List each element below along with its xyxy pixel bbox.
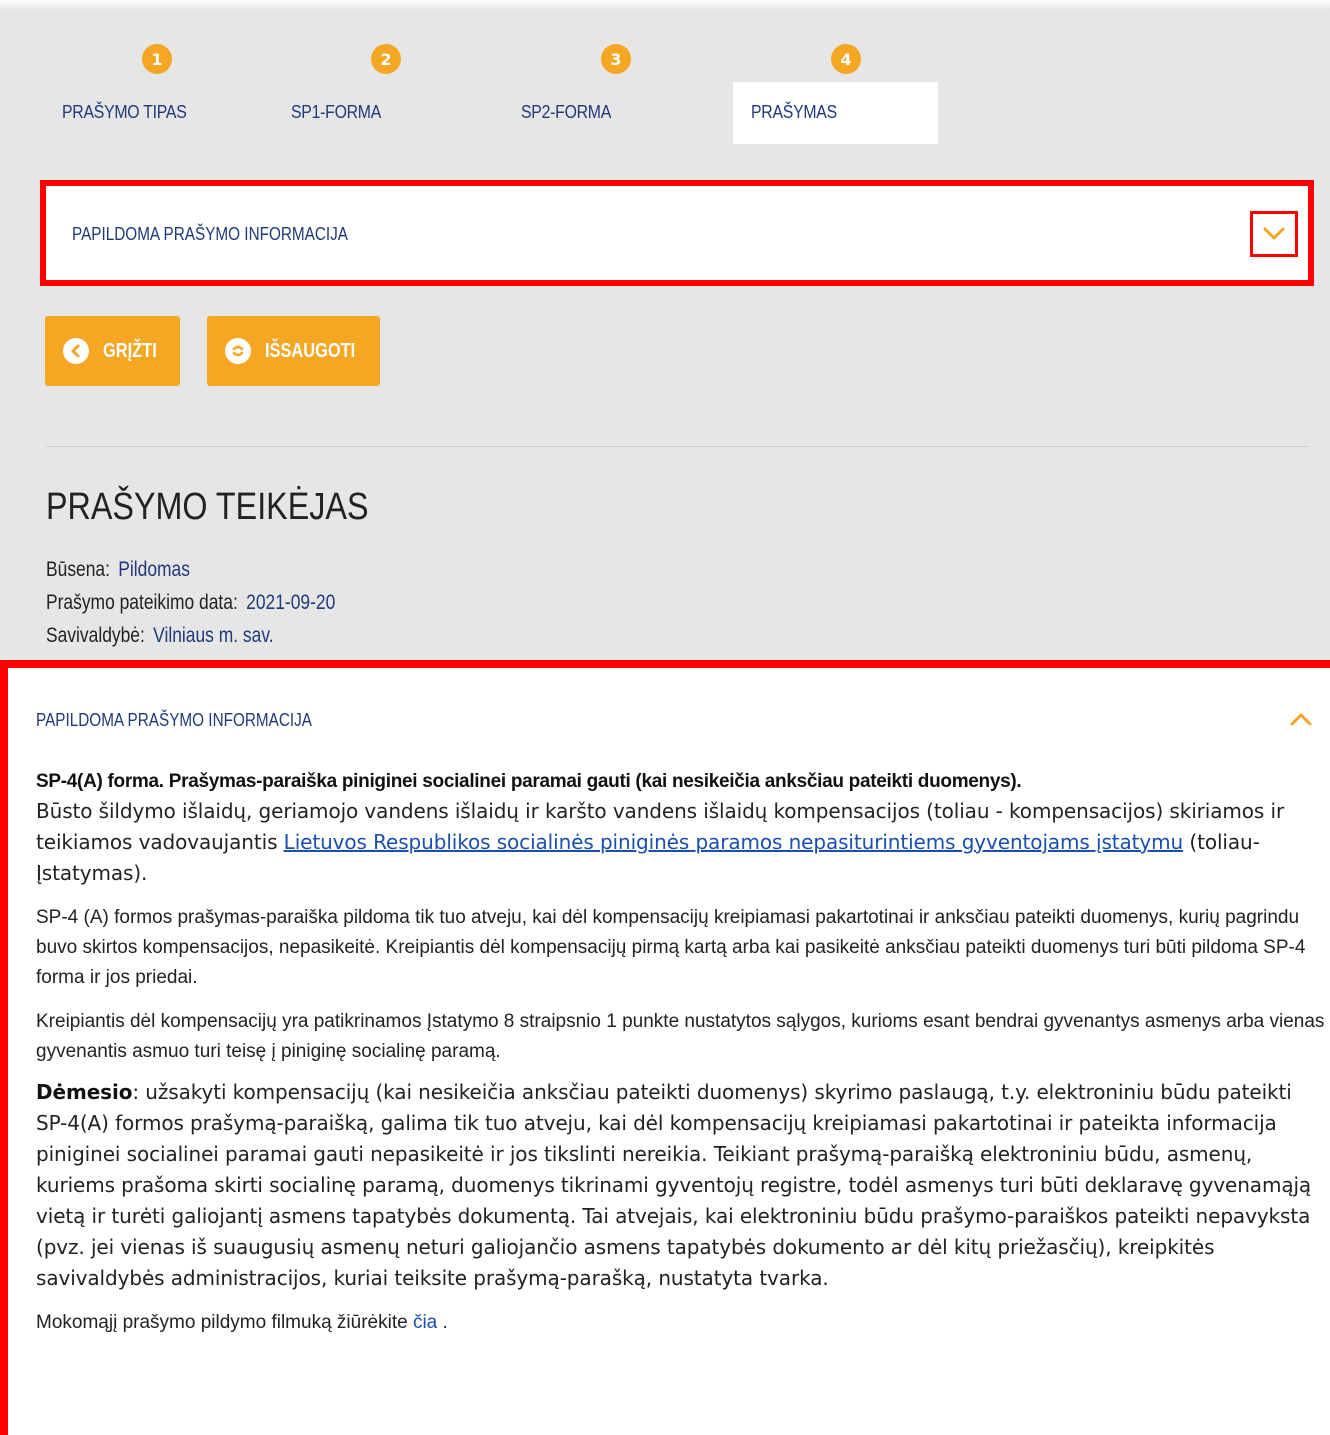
- submission-date-row: Prašymo pateikimo data: 2021-09-20: [46, 591, 335, 615]
- additional-info-accordion-expanded: PAPILDOMA PRAŠYMO INFORMACIJA SP-4(A) fo…: [0, 660, 1330, 1435]
- status-row: Būsena: Pildomas: [46, 558, 190, 582]
- back-button[interactable]: GRĮŽTI: [45, 316, 180, 386]
- accordion-content: SP-4(A) forma. Prašymas-paraiška pinigin…: [36, 768, 1326, 1338]
- divider: [46, 446, 1310, 447]
- status-label: Būsena:: [46, 558, 110, 581]
- save-circle-icon: [225, 338, 251, 364]
- additional-info-accordion-collapsed[interactable]: PAPILDOMA PRAŠYMO INFORMACIJA: [40, 180, 1314, 286]
- notice-bold: Dėmesio: [36, 1080, 133, 1104]
- step-label: PRAŠYMAS: [751, 102, 837, 122]
- notice-paragraph: Dėmesio: užsakyti kompensacijų (kai nesi…: [36, 1077, 1326, 1294]
- video-link[interactable]: čia: [413, 1312, 437, 1333]
- video-text: Mokomąjį prašymo pildymo filmuką žiūrėki…: [36, 1312, 413, 1333]
- municipality-value: Vilniaus m. sav.: [153, 624, 274, 647]
- video-paragraph: Mokomąjį prašymo pildymo filmuką žiūrėki…: [36, 1308, 1326, 1338]
- chevron-up-icon[interactable]: [1290, 712, 1312, 726]
- step-1[interactable]: 1 PRAŠYMO TIPAS: [44, 44, 249, 144]
- step-number-badge: 2: [371, 44, 401, 74]
- step-number-badge: 4: [831, 44, 861, 74]
- video-after: .: [437, 1312, 448, 1333]
- accordion-title[interactable]: PAPILDOMA PRAŠYMO INFORMACIJA: [36, 710, 312, 731]
- step-3[interactable]: 3 SP2-FORMA: [503, 44, 708, 144]
- paragraph-sp4a: SP-4 (A) formos prašymas-paraiška pildom…: [36, 907, 1306, 988]
- step-number-badge: 1: [142, 44, 172, 74]
- save-button[interactable]: IŠSAUGOTI: [207, 316, 380, 386]
- save-button-label: IŠSAUGOTI: [265, 339, 356, 362]
- step-label: SP1-FORMA: [291, 102, 382, 122]
- chevron-down-icon: [1263, 227, 1285, 240]
- wizard-steps: 1 PRAŠYMO TIPAS 2 SP1-FORMA 3 SP2-FORMA …: [0, 0, 1330, 150]
- expand-toggle-button[interactable]: [1250, 211, 1298, 257]
- step-number-badge: 3: [601, 44, 631, 74]
- paragraph-conditions: Kreipiantis dėl kompensacijų yra patikri…: [36, 1011, 1325, 1062]
- step-4-active[interactable]: 4 PRAŠYMAS: [733, 44, 938, 144]
- back-button-label: GRĮŽTI: [103, 339, 157, 362]
- arrow-left-circle-icon: [63, 338, 89, 364]
- law-link[interactable]: Lietuvos Respublikos socialinės piniginė…: [284, 830, 1184, 854]
- accordion-title: PAPILDOMA PRAŠYMO INFORMACIJA: [72, 224, 349, 244]
- form-heading: SP-4(A) forma. Prašymas-paraiška pinigin…: [36, 771, 1022, 792]
- applicant-section-title: PRAŠYMO TEIKĖJAS: [46, 486, 369, 528]
- submission-date-label: Prašymo pateikimo data:: [46, 591, 238, 614]
- notice-text: : užsakyti kompensacijų (kai nesikeičia …: [36, 1080, 1312, 1290]
- submission-date-value: 2021-09-20: [246, 591, 336, 614]
- status-value: Pildomas: [118, 558, 190, 581]
- step-label: SP2-FORMA: [521, 102, 612, 122]
- intro-paragraph: Būsto šildymo išlaidų, geriamojo vandens…: [36, 796, 1326, 889]
- municipality-label: Savivaldybė:: [46, 624, 145, 647]
- step-2[interactable]: 2 SP1-FORMA: [273, 44, 478, 144]
- municipality-row: Savivaldybė: Vilniaus m. sav.: [46, 624, 274, 648]
- step-label: PRAŠYMO TIPAS: [62, 102, 187, 122]
